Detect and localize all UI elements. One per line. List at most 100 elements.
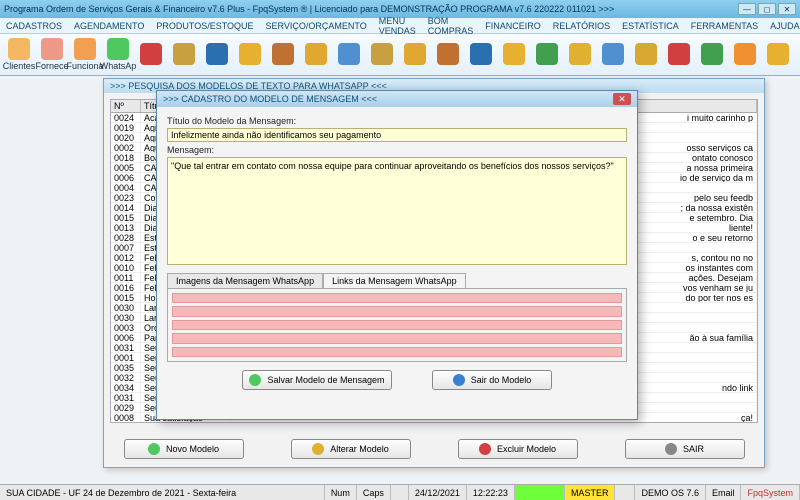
toolbar-button[interactable] <box>631 37 661 73</box>
link-row[interactable] <box>172 293 622 303</box>
menu-item[interactable]: SERVIÇO/ORÇAMENTO <box>266 21 367 31</box>
status-caps: Caps <box>357 485 391 500</box>
toolbar-button[interactable]: WhatsAp <box>103 37 133 73</box>
toolbar-button[interactable]: Fornece <box>37 37 67 73</box>
status-date: 24/12/2021 <box>409 485 467 500</box>
toolbar-icon <box>503 43 525 65</box>
toolbar-icon <box>41 38 63 60</box>
toolbar-button[interactable] <box>301 37 331 73</box>
toolbar-button[interactable] <box>268 37 298 73</box>
toolbar-button[interactable] <box>532 37 562 73</box>
toolbar-icon <box>635 43 657 65</box>
status-demo: DEMO OS 7.6 <box>635 485 706 500</box>
toolbar-button[interactable] <box>565 37 595 73</box>
toolbar-button[interactable] <box>400 37 430 73</box>
status-time: 12:22:23 <box>467 485 515 500</box>
exit-icon <box>665 443 677 455</box>
toolbar-icon <box>239 43 261 65</box>
toolbar-button[interactable] <box>235 37 265 73</box>
toolbar-button[interactable] <box>499 37 529 73</box>
toolbar-button[interactable] <box>664 37 694 73</box>
toolbar-icon <box>767 43 789 65</box>
toolbar-button[interactable]: Funciona <box>70 37 100 73</box>
close-icon[interactable]: ✕ <box>613 93 631 105</box>
links-pane <box>167 288 627 362</box>
toolbar-button[interactable] <box>367 37 397 73</box>
menu-item[interactable]: PRODUTOS/ESTOQUE <box>156 21 253 31</box>
toolbar-button[interactable]: Clientes <box>4 37 34 73</box>
app-title: Programa Ordem de Serviços Gerais & Fina… <box>4 4 614 14</box>
titulo-input[interactable] <box>167 128 627 142</box>
toolbar-icon <box>668 43 690 65</box>
toolbar-button[interactable] <box>136 37 166 73</box>
menu-item[interactable]: CADASTROS <box>6 21 62 31</box>
toolbar-icon <box>173 43 195 65</box>
link-row[interactable] <box>172 333 622 343</box>
mensagem-textarea[interactable] <box>167 157 627 265</box>
dialog2-title: >>> CADASTRO DO MODELO DE MENSAGEM <<< <box>163 94 377 104</box>
toolbar-icon <box>272 43 294 65</box>
excluir-modelo-button[interactable]: Excluir Modelo <box>458 439 578 459</box>
toolbar-icon <box>437 43 459 65</box>
toolbar-icon <box>569 43 591 65</box>
toolbar-button[interactable] <box>433 37 463 73</box>
tab-links[interactable]: Links da Mensagem WhatsApp <box>323 273 466 288</box>
link-row[interactable] <box>172 320 622 330</box>
menu-item[interactable]: FERRAMENTAS <box>691 21 758 31</box>
toolbar-icon <box>536 43 558 65</box>
toolbar-button[interactable] <box>697 37 727 73</box>
sair-button[interactable]: SAIR <box>625 439 745 459</box>
toolbar-button[interactable] <box>598 37 628 73</box>
edit-icon <box>312 443 324 455</box>
tab-imagens[interactable]: Imagens da Mensagem WhatsApp <box>167 273 323 288</box>
link-row[interactable] <box>172 306 622 316</box>
menu-item[interactable]: BOM COMPRAS <box>428 16 474 36</box>
toolbar-button[interactable] <box>763 37 793 73</box>
menubar: CADASTROS AGENDAMENTO PRODUTOS/ESTOQUE SERV… <box>0 18 800 34</box>
label-titulo: Título do Modelo da Mensagem: <box>167 116 627 126</box>
menu-item[interactable]: AJUDA <box>770 21 800 31</box>
status-num: Num <box>325 485 357 500</box>
menu-item[interactable]: FINANCEIRO <box>485 21 541 31</box>
toolbar-icon <box>140 43 162 65</box>
toolbar-icon <box>8 38 30 60</box>
alterar-modelo-button[interactable]: Alterar Modelo <box>291 439 411 459</box>
workspace: >>> PESQUISA DOS MODELOS DE TEXTO PARA W… <box>0 76 800 484</box>
status-email: Email <box>706 485 742 500</box>
arrow-icon <box>453 374 465 386</box>
toolbar-icon <box>470 43 492 65</box>
menu-item[interactable]: AGENDAMENTO <box>74 21 144 31</box>
menu-item[interactable]: RELATÓRIOS <box>553 21 610 31</box>
toolbar-icon <box>305 43 327 65</box>
toolbar-button[interactable] <box>730 37 760 73</box>
label-mensagem: Mensagem: <box>167 145 627 155</box>
minimize-button[interactable]: — <box>738 3 756 15</box>
novo-modelo-button[interactable]: Novo Modelo <box>124 439 244 459</box>
close-button[interactable]: ✕ <box>778 3 796 15</box>
toolbar-icon <box>206 43 228 65</box>
statusbar: SUA CIDADE - UF 24 de Dezembro de 2021 -… <box>0 484 800 500</box>
toolbar-button[interactable] <box>334 37 364 73</box>
salvar-modelo-button[interactable]: Salvar Modelo de Mensagem <box>242 370 392 390</box>
status-master: MASTER <box>565 485 616 500</box>
status-green <box>515 485 565 500</box>
toolbar-icon <box>107 38 129 60</box>
menu-item[interactable]: MENU VENDAS <box>379 16 416 36</box>
plus-icon <box>148 443 160 455</box>
link-row[interactable] <box>172 347 622 357</box>
toolbar-button[interactable] <box>202 37 232 73</box>
status-left: SUA CIDADE - UF 24 de Dezembro de 2021 -… <box>0 485 325 500</box>
toolbar-icon <box>74 38 96 60</box>
menu-item[interactable]: ESTATÍSTICA <box>622 21 679 31</box>
col-num: Nº <box>111 100 141 112</box>
toolbar-icon <box>371 43 393 65</box>
maximize-button[interactable]: ◻ <box>758 3 776 15</box>
status-blank <box>391 485 409 500</box>
sair-modelo-button[interactable]: Sair do Modelo <box>432 370 552 390</box>
toolbar-button[interactable] <box>466 37 496 73</box>
toolbar-button[interactable] <box>169 37 199 73</box>
toolbar-icon <box>602 43 624 65</box>
toolbar-icon <box>701 43 723 65</box>
status-blank2 <box>615 485 635 500</box>
check-icon <box>249 374 261 386</box>
